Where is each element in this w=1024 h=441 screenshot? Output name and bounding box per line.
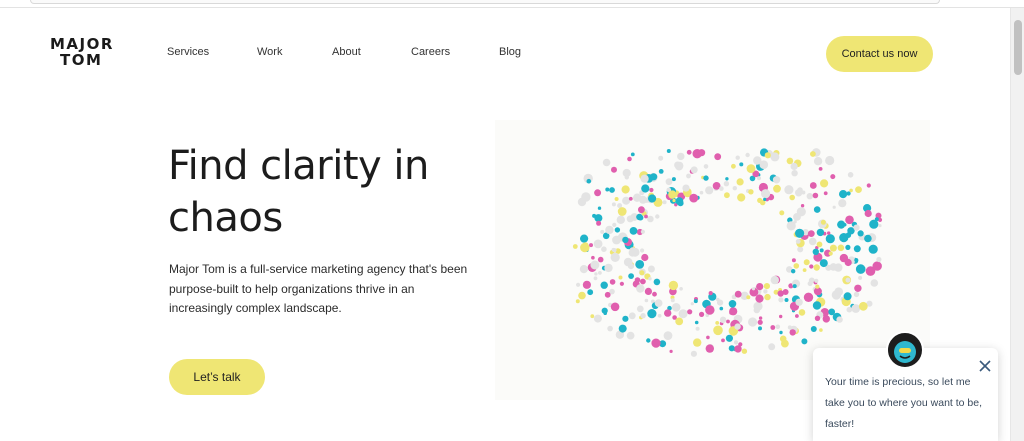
logo-line-1: MAJOR — [50, 35, 114, 53]
contact-us-button[interactable]: Contact us now — [826, 36, 933, 72]
nav-item-blog[interactable]: Blog — [499, 46, 521, 58]
lets-talk-button[interactable]: Let’s talk — [169, 359, 265, 395]
hero-title: Find clarity in chaos — [168, 143, 429, 241]
scrollbar-thumb[interactable] — [1014, 20, 1022, 75]
nav-item-services[interactable]: Services — [167, 46, 209, 58]
nav-item-work[interactable]: Work — [257, 46, 282, 58]
chat-message: Your time is precious, so let me take yo… — [825, 376, 983, 430]
hero-description: Major Tom is a full-service marketing ag… — [169, 262, 468, 315]
robot-avatar-icon[interactable] — [886, 331, 924, 369]
nav-item-about[interactable]: About — [332, 46, 361, 58]
nav-item-careers[interactable]: Careers — [411, 46, 450, 58]
logo-line-2: TOM — [60, 51, 103, 69]
browser-top-strip — [0, 0, 1024, 8]
page-scrollbar[interactable] — [1010, 8, 1024, 441]
major-tom-logo[interactable]: MAJOR TOM — [50, 36, 120, 68]
